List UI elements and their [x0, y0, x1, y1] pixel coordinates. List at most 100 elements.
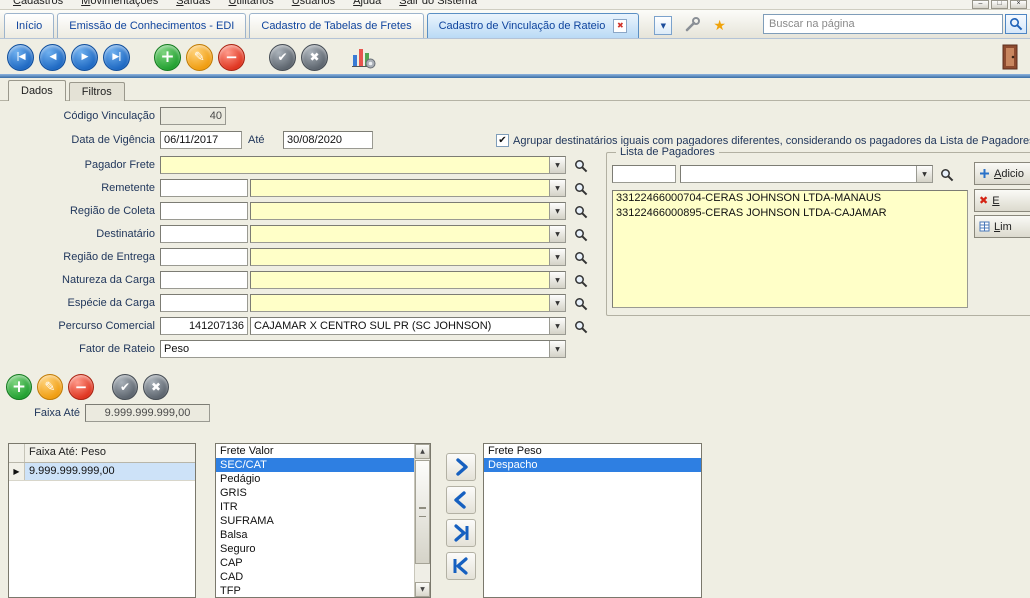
list-item[interactable]: Balsa [216, 528, 414, 542]
pagador-code-field[interactable] [612, 165, 676, 183]
data-vigencia-fim-field[interactable] [283, 131, 373, 149]
list-item-selected[interactable]: SEC/CAT [216, 458, 414, 472]
delete-record-button[interactable]: − [218, 44, 245, 71]
pagador-list-item[interactable]: 33122466000895-CERAS JOHNSON LTDA-CAJAMA… [613, 206, 967, 221]
move-all-right-button[interactable] [446, 519, 476, 547]
scrollbar-thumb[interactable] [415, 460, 430, 564]
list-item[interactable]: ITR [216, 500, 414, 514]
dropdown-arrow-icon[interactable]: ▼ [549, 295, 565, 311]
menu-cadastros[interactable]: Cadastros [4, 0, 72, 10]
componentes-selecionados-listbox[interactable]: Frete Peso Despacho [483, 443, 702, 598]
faixa-add-button[interactable]: + [6, 374, 32, 400]
page-search-input[interactable] [763, 14, 1003, 34]
list-item-selected[interactable]: Despacho [484, 458, 701, 472]
chart-report-button[interactable] [349, 43, 377, 71]
tab-cadastro-tabelas-fretes[interactable]: Cadastro de Tabelas de Fretes [249, 13, 423, 38]
tab-filtros[interactable]: Filtros [69, 82, 125, 101]
menu-movimentacoes[interactable]: Movimentações [72, 0, 167, 10]
regiao-coleta-search-icon[interactable] [572, 203, 589, 220]
pagador-frete-search-icon[interactable] [572, 157, 589, 174]
dropdown-arrow-icon[interactable]: ▼ [549, 249, 565, 265]
destinatario-code-field[interactable] [160, 225, 248, 243]
percurso-search-icon[interactable] [572, 318, 589, 335]
regiao-coleta-code-field[interactable] [160, 202, 248, 220]
scroll-down-icon[interactable]: ▼ [415, 582, 430, 597]
pagador-select-combo[interactable]: ▼ [680, 165, 933, 183]
faixa-delete-button[interactable]: − [68, 374, 94, 400]
menu-sair[interactable]: Sair do Sistema [390, 0, 486, 10]
especie-carga-code-field[interactable] [160, 294, 248, 312]
edit-record-button[interactable]: ✎ [186, 44, 213, 71]
search-icon[interactable] [1005, 14, 1027, 34]
especie-carga-combo[interactable]: ▼ [250, 294, 566, 312]
list-item[interactable]: CAP [216, 556, 414, 570]
list-item[interactable]: Seguro [216, 542, 414, 556]
remetente-combo[interactable]: ▼ [250, 179, 566, 197]
last-record-button[interactable]: ▶| [103, 44, 130, 71]
menu-saidas[interactable]: Saídas [167, 0, 219, 10]
percurso-combo[interactable]: CAJAMAR X CENTRO SUL PR (SC JOHNSON) ▼ [250, 317, 566, 335]
regiao-coleta-combo[interactable]: ▼ [250, 202, 566, 220]
confirm-button[interactable]: ✔ [269, 44, 296, 71]
close-icon[interactable]: × [1010, 0, 1027, 9]
tab-close-icon[interactable]: ✖ [613, 19, 627, 33]
list-item[interactable]: Frete Valor [216, 444, 414, 458]
fator-rateio-combo[interactable]: Peso ▼ [160, 340, 566, 358]
tab-cadastro-vinculacao-rateio[interactable]: Cadastro de Vinculação de Rateio ✖ [427, 13, 640, 38]
dropdown-arrow-icon[interactable]: ▼ [549, 226, 565, 242]
pagador-frete-combo[interactable]: ▼ [160, 156, 566, 174]
dropdown-arrow-icon[interactable]: ▼ [549, 318, 565, 334]
dropdown-arrow-icon[interactable]: ▼ [549, 272, 565, 288]
especie-carga-search-icon[interactable] [572, 295, 589, 312]
tab-dados[interactable]: Dados [8, 80, 66, 101]
regiao-entrega-code-field[interactable] [160, 248, 248, 266]
remetente-search-icon[interactable] [572, 180, 589, 197]
menu-usuarios[interactable]: Usuários [283, 0, 344, 10]
list-item[interactable]: SUFRAMA [216, 514, 414, 528]
exit-button[interactable] [998, 43, 1022, 71]
dropdown-arrow-icon[interactable]: ▼ [549, 180, 565, 196]
data-vigencia-inicio-field[interactable] [160, 131, 242, 149]
pagador-lookup-search-icon[interactable] [938, 166, 955, 183]
add-record-button[interactable]: + [154, 44, 181, 71]
first-record-button[interactable]: |◀ [7, 44, 34, 71]
dropdown-arrow-icon[interactable]: ▼ [549, 203, 565, 219]
list-scrollbar[interactable]: ▲ ▼ [414, 444, 430, 597]
dropdown-arrow-icon[interactable]: ▼ [549, 157, 565, 173]
tools-icon[interactable] [684, 16, 701, 36]
move-right-button[interactable] [446, 453, 476, 481]
tab-overflow-button[interactable]: ▼ [654, 16, 672, 35]
dropdown-arrow-icon[interactable]: ▼ [549, 341, 565, 357]
faixa-cancel-button[interactable]: ✖ [143, 374, 169, 400]
list-item[interactable]: Frete Peso [484, 444, 701, 458]
componentes-disponiveis-listbox[interactable]: Frete Valor SEC/CAT Pedágio GRIS ITR SUF… [215, 443, 431, 598]
table-row[interactable]: ▶ 9.999.999.999,00 [9, 463, 195, 481]
move-left-button[interactable] [446, 486, 476, 514]
regiao-entrega-combo[interactable]: ▼ [250, 248, 566, 266]
faixa-confirm-button[interactable]: ✔ [112, 374, 138, 400]
list-item[interactable]: GRIS [216, 486, 414, 500]
dropdown-arrow-icon[interactable]: ▼ [916, 166, 932, 182]
faixa-edit-button[interactable]: ✎ [37, 374, 63, 400]
pagador-list-item[interactable]: 33122466000704-CERAS JOHNSON LTDA-MANAUS [613, 191, 967, 206]
agrupar-checkbox[interactable]: ✔ [496, 134, 509, 147]
tab-inicio[interactable]: Início [4, 13, 54, 38]
next-record-button[interactable]: ▶ [71, 44, 98, 71]
natureza-carga-search-icon[interactable] [572, 272, 589, 289]
natureza-carga-code-field[interactable] [160, 271, 248, 289]
move-all-left-button[interactable] [446, 552, 476, 580]
previous-record-button[interactable]: ◀ [39, 44, 66, 71]
tab-emissao-conhecimentos-edi[interactable]: Emissão de Conhecimentos - EDI [57, 13, 246, 38]
cancel-button[interactable]: ✖ [301, 44, 328, 71]
minimize-icon[interactable]: – [972, 0, 989, 9]
destinatario-combo[interactable]: ▼ [250, 225, 566, 243]
menu-ajuda[interactable]: Ajuda [344, 0, 390, 10]
percurso-code-field[interactable] [160, 317, 248, 335]
limpar-pagadores-button[interactable]: Lim [974, 215, 1030, 238]
natureza-carga-combo[interactable]: ▼ [250, 271, 566, 289]
excluir-pagador-button[interactable]: ✖ E [974, 189, 1030, 212]
list-item[interactable]: Pedágio [216, 472, 414, 486]
favorite-star-icon[interactable]: ★ [713, 18, 726, 34]
list-item[interactable]: TFP [216, 584, 414, 598]
destinatario-search-icon[interactable] [572, 226, 589, 243]
